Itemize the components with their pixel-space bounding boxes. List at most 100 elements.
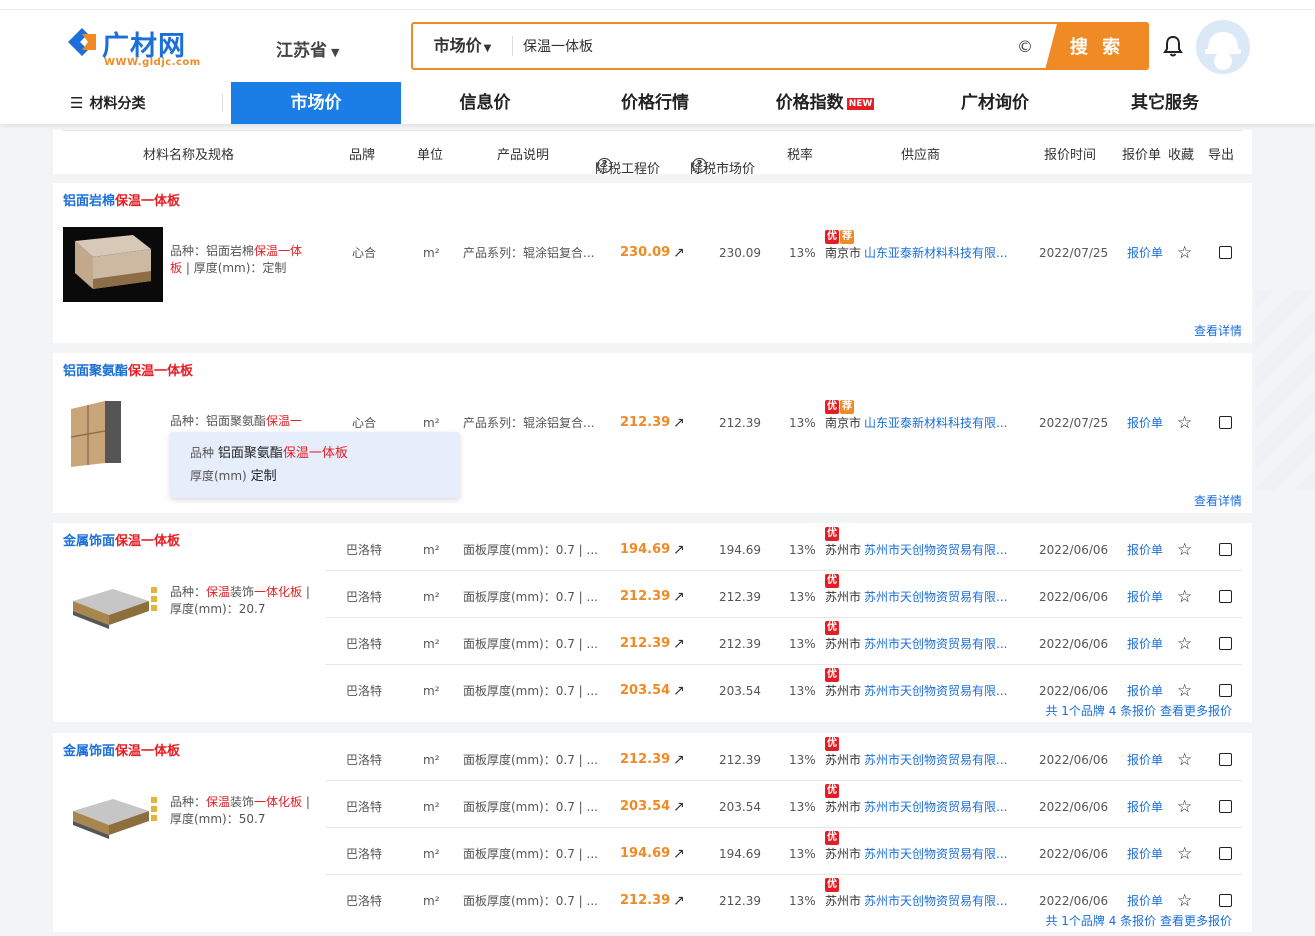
trend-icon[interactable]: ↗ [673, 831, 685, 877]
nav-tab-info-price[interactable]: 信息价 [430, 82, 540, 124]
nav-tab-market-price[interactable]: 市场价 [231, 82, 401, 124]
brand-cell: 巴洛特 [345, 590, 382, 604]
star-icon[interactable]: ☆ [1177, 737, 1192, 783]
help-icon[interactable]: ? [692, 158, 707, 173]
product-title[interactable]: 铝面聚氨酯保温一体板 [63, 360, 193, 379]
supplier-link[interactable]: 山东亚泰新材料科技有限... [864, 246, 1007, 260]
trend-icon[interactable]: ↗ [673, 621, 685, 667]
city: 苏州市 [825, 637, 862, 651]
export-checkbox[interactable] [1219, 847, 1232, 860]
mkt-price-cell: 194.69 [719, 543, 761, 557]
export-checkbox[interactable] [1219, 800, 1232, 813]
bell-icon[interactable] [1162, 34, 1184, 58]
main-nav: ☰ 材料分类 市场价 信息价 价格行情 价格指数 NEW 广材询价 其它服务 [0, 82, 1315, 124]
title-text: 铝面岩棉 [63, 194, 116, 209]
trend-icon[interactable]: ↗ [673, 230, 685, 276]
star-icon[interactable]: ☆ [1177, 621, 1192, 667]
trend-icon[interactable]: ↗ [673, 737, 685, 783]
eng-price-cell: 230.09 [620, 245, 671, 260]
mkt-price-cell: 212.39 [719, 416, 761, 430]
quote-link[interactable]: 报价单 [1127, 784, 1163, 830]
date-cell: 2022/06/06 [1039, 753, 1109, 767]
quote-link[interactable]: 报价单 [1127, 574, 1163, 620]
trend-icon[interactable]: ↗ [673, 527, 685, 573]
material-category-menu[interactable]: ☰ 材料分类 [70, 82, 145, 124]
star-icon[interactable]: ☆ [1177, 400, 1192, 446]
quote-link[interactable]: 报价单 [1127, 621, 1163, 667]
search-type-dropdown[interactable]: 市场价 ▼ [413, 36, 513, 56]
supplier-link[interactable]: 苏州市天创物资贸易有限... [864, 637, 1007, 651]
export-checkbox[interactable] [1219, 246, 1232, 259]
view-detail-link[interactable]: 查看详情 [1194, 492, 1242, 509]
supplier-link[interactable]: 苏州市天创物资贸易有限... [864, 800, 1007, 814]
table-row: 巴洛特 m² 面板厚度(mm)：0.7 | ... 212.39 ↗ 212.3… [53, 621, 1252, 667]
product-title[interactable]: 铝面岩棉保温一体板 [63, 190, 180, 209]
export-checkbox[interactable] [1219, 637, 1232, 650]
trend-icon[interactable]: ↗ [673, 400, 685, 446]
trend-icon[interactable]: ↗ [673, 574, 685, 620]
view-more-quotes-link[interactable]: 共 1个品牌 4 条报价 查看更多报价 [1045, 912, 1232, 929]
quote-link[interactable]: 报价单 [1127, 527, 1163, 573]
help-icon[interactable]: ? [597, 158, 612, 173]
search-input[interactable] [513, 38, 1013, 54]
region-selector[interactable]: 江苏省 ▼ [276, 36, 339, 61]
export-checkbox[interactable] [1219, 894, 1232, 907]
eng-price-cell: 203.54 [620, 799, 671, 814]
quote-link[interactable]: 报价单 [1127, 400, 1163, 446]
top-strip [0, 0, 1315, 10]
row-divider [325, 570, 1242, 571]
site-logo[interactable]: 广材网 WWW.gldjc.com [64, 24, 204, 70]
city: 苏州市 [825, 800, 862, 814]
brand-cell: 巴洛特 [345, 847, 382, 861]
col-brand: 品牌 [349, 148, 376, 163]
nav-divider [222, 94, 223, 112]
export-checkbox[interactable] [1219, 753, 1232, 766]
nav-tab-inquiry[interactable]: 广材询价 [940, 82, 1050, 124]
caret-down-icon: ▼ [331, 46, 340, 59]
trend-icon[interactable]: ↗ [673, 784, 685, 830]
export-checkbox[interactable] [1219, 684, 1232, 697]
export-checkbox[interactable] [1219, 416, 1232, 429]
clear-icon[interactable]: © [1013, 37, 1037, 56]
city: 苏州市 [825, 847, 862, 861]
search-bar: 市场价▼ © 搜 索 [411, 22, 1149, 70]
avatar[interactable] [1196, 20, 1250, 74]
view-detail-link[interactable]: 查看详情 [1194, 322, 1242, 339]
supplier-link[interactable]: 苏州市天创物资贸易有限... [864, 543, 1007, 557]
star-icon[interactable]: ☆ [1177, 230, 1192, 276]
trend-icon[interactable]: ↗ [673, 878, 685, 924]
desc-cell: 产品系列：辊涂铝复合... [463, 246, 595, 260]
supplier-link[interactable]: 苏州市天创物资贸易有限... [864, 753, 1007, 767]
star-icon[interactable]: ☆ [1177, 574, 1192, 620]
search-button[interactable]: 搜 索 [1045, 22, 1149, 70]
desc-cell: 产品系列：辊涂铝复合... [463, 416, 595, 430]
supplier-link[interactable]: 苏州市天创物资贸易有限... [864, 590, 1007, 604]
tooltip-value: 定制 [250, 469, 277, 484]
star-icon[interactable]: ☆ [1177, 831, 1192, 877]
col-tax: 税率 [787, 148, 814, 163]
brand-cell: 巴洛特 [345, 800, 382, 814]
nav-tab-price-trend[interactable]: 价格行情 [600, 82, 710, 124]
star-icon[interactable]: ☆ [1177, 784, 1192, 830]
nav-tab-price-index[interactable]: 价格指数 NEW [760, 82, 890, 124]
view-more-quotes-link[interactable]: 共 1个品牌 4 条报价 查看更多报价 [1045, 702, 1232, 719]
unit-cell: m² [423, 753, 440, 767]
row-divider [325, 617, 1242, 618]
export-checkbox[interactable] [1219, 590, 1232, 603]
supplier-cell: 苏州市 苏州市天创物资贸易有限... [825, 784, 1007, 830]
nav-tab-other-services[interactable]: 其它服务 [1110, 82, 1220, 124]
trend-icon[interactable]: ↗ [673, 668, 685, 714]
export-checkbox[interactable] [1219, 543, 1232, 556]
star-icon[interactable]: ☆ [1177, 527, 1192, 573]
quote-link[interactable]: 报价单 [1127, 737, 1163, 783]
city: 苏州市 [825, 684, 862, 698]
supplier-link[interactable]: 苏州市天创物资贸易有限... [864, 894, 1007, 908]
supplier-link[interactable]: 山东亚泰新材料科技有限... [864, 416, 1007, 430]
supplier-link[interactable]: 苏州市天创物资贸易有限... [864, 847, 1007, 861]
quote-link[interactable]: 报价单 [1127, 831, 1163, 877]
mkt-price-cell: 230.09 [719, 246, 761, 260]
quote-link[interactable]: 报价单 [1127, 230, 1163, 276]
supplier-cell: 苏州市 苏州市天创物资贸易有限... [825, 668, 1007, 714]
unit-cell: m² [423, 847, 440, 861]
supplier-link[interactable]: 苏州市天创物资贸易有限... [864, 684, 1007, 698]
